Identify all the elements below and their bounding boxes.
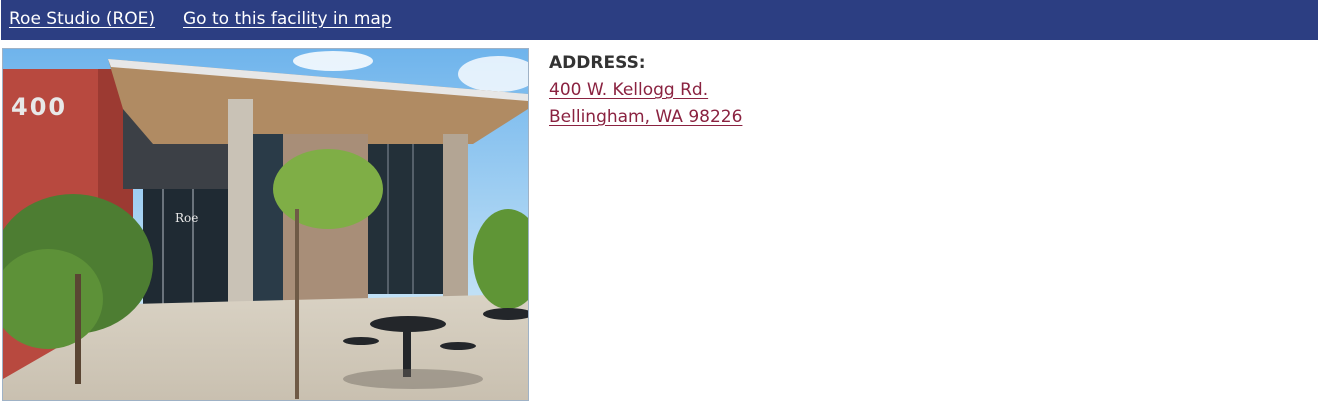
address-line-1-link[interactable]: 400 W. Kellogg Rd. [549, 77, 742, 104]
building-number-sign: 400 [11, 93, 68, 121]
address-block: ADDRESS: 400 W. Kellogg Rd. Bellingham, … [549, 50, 742, 131]
go-to-map-link[interactable]: Go to this facility in map [183, 8, 392, 30]
facility-photo: 400 Roe [2, 48, 529, 401]
building-illustration [3, 49, 528, 400]
facility-name-link[interactable]: Roe Studio (ROE) [9, 8, 155, 30]
facility-header-bar: Roe Studio (ROE) Go to this facility in … [1, 0, 1318, 40]
entrance-sign: Roe [175, 211, 199, 225]
address-label: ADDRESS: [549, 53, 646, 73]
address-line-2-link[interactable]: Bellingham, WA 98226 [549, 104, 742, 131]
